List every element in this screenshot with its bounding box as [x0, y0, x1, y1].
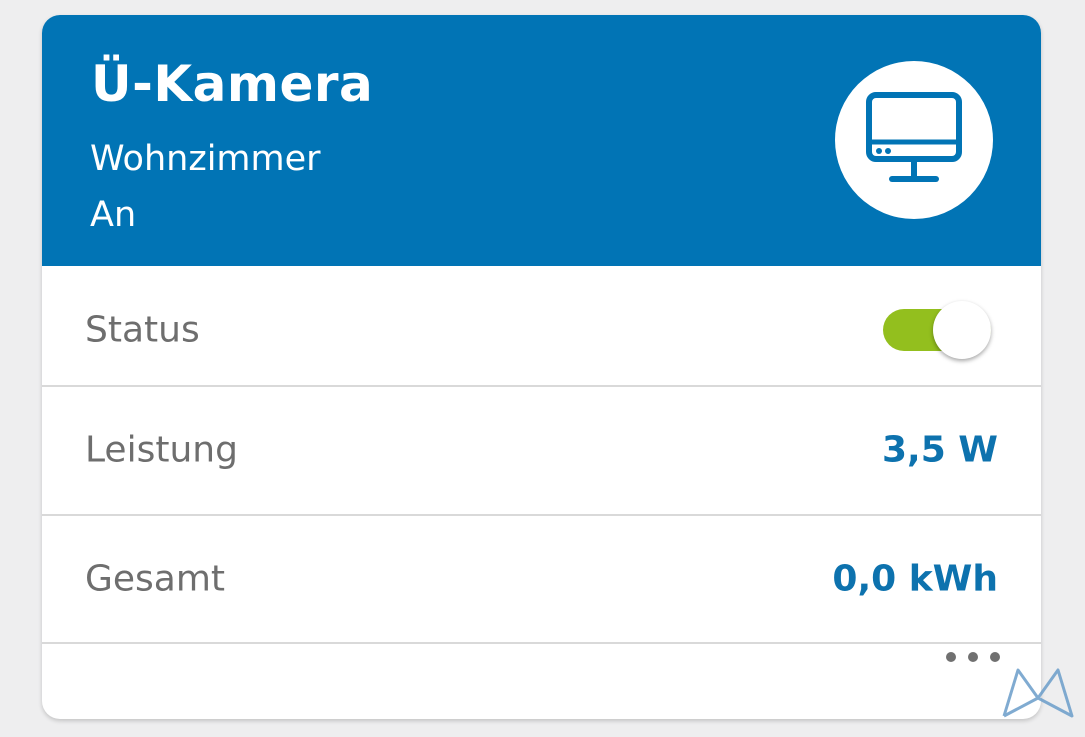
watermark-logo-icon: [1002, 668, 1074, 718]
device-card: Ü-Kamera Wohnzimmer An Status Leistung 3…: [42, 15, 1041, 719]
more-dot: [990, 652, 1000, 662]
more-dots-icon[interactable]: [946, 652, 1000, 662]
device-icon-badge: [835, 61, 993, 219]
power-value: 3,5 W: [881, 429, 998, 471]
more-dot: [946, 652, 956, 662]
footer-row: [42, 642, 1041, 719]
monitor-icon: [866, 92, 962, 182]
status-label: Status: [85, 309, 200, 351]
status-row: Status: [42, 266, 1041, 394]
status-toggle[interactable]: [883, 301, 991, 359]
device-state: An: [90, 195, 137, 235]
total-label: Gesamt: [85, 558, 226, 600]
toggle-knob: [933, 301, 991, 359]
power-label: Leistung: [85, 429, 238, 471]
power-row: Leistung 3,5 W: [42, 385, 1041, 513]
device-room: Wohnzimmer: [90, 139, 321, 179]
device-header[interactable]: Ü-Kamera Wohnzimmer An: [42, 15, 1041, 266]
total-row: Gesamt 0,0 kWh: [42, 514, 1041, 642]
total-value: 0,0 kWh: [832, 558, 998, 600]
device-name: Ü-Kamera: [91, 55, 374, 113]
more-dot: [968, 652, 978, 662]
